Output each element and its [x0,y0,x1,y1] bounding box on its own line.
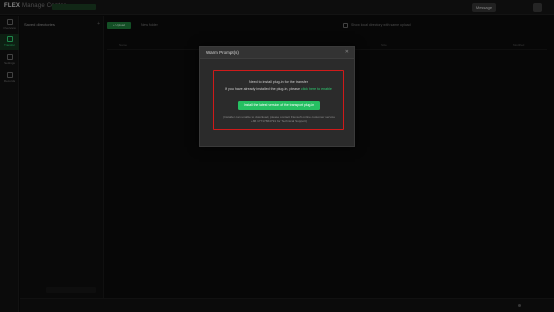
plugin-required-message: Need to install plug-in for the transfer [249,80,308,84]
app-window: FLEX Manage Center Message Overview Tran… [0,0,554,312]
already-installed-message: If you have already installed the plug-i… [214,87,343,91]
enable-plugin-link[interactable]: click here to enable [301,87,332,91]
install-plugin-button[interactable]: Install the latest version of the transp… [238,101,320,110]
highlighted-message-box: Need to install plug-in for the transfer… [213,70,344,130]
dialog-title: Warm Prompt(s) [206,50,239,55]
close-icon[interactable]: ✕ [345,49,349,55]
dialog-header: Warm Prompt(s) ✕ [200,47,354,59]
support-note: (Installer can unable to download, pleas… [222,115,336,123]
plugin-prompt-dialog: Warm Prompt(s) ✕ Need to install plug-in… [199,46,355,147]
already-installed-text: If you have already installed the plug-i… [225,87,300,91]
